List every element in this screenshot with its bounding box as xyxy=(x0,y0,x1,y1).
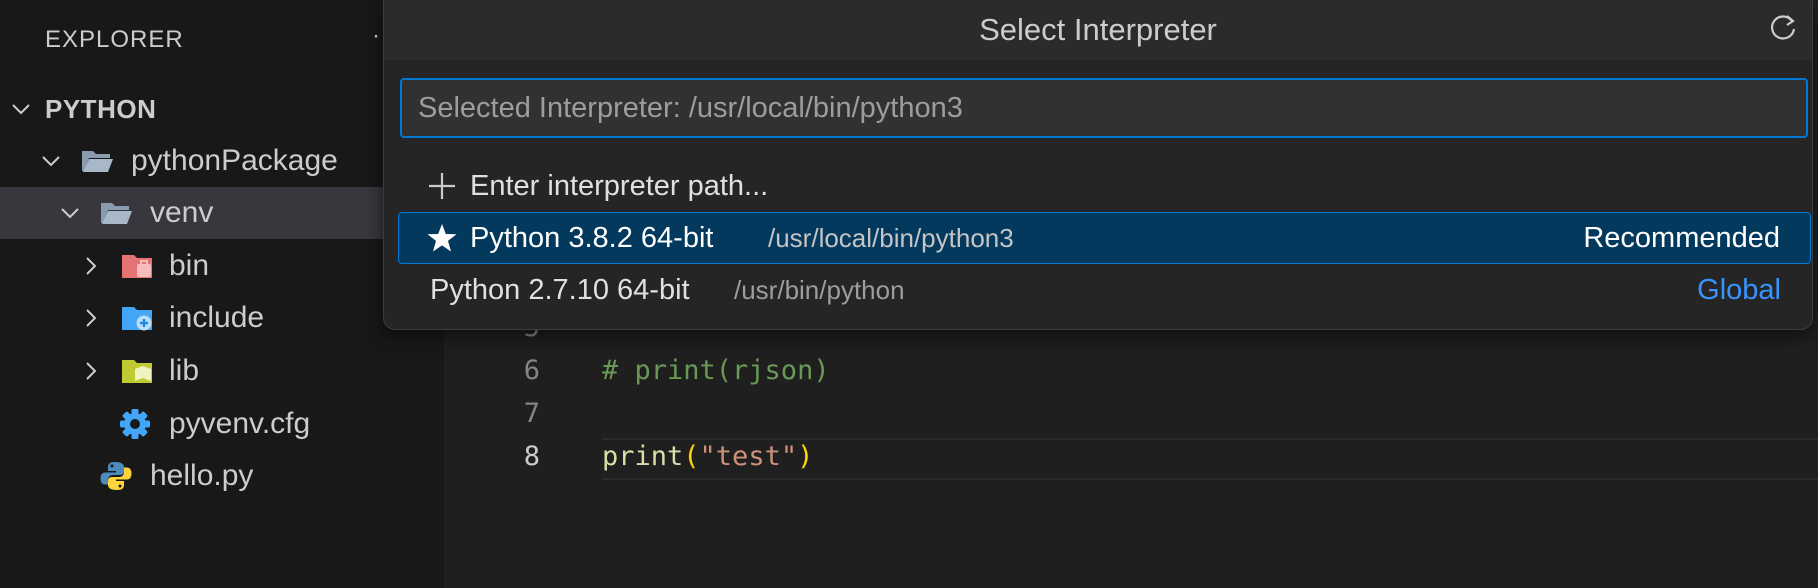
line-number-active: 8 xyxy=(523,441,540,472)
select-interpreter-quickpick: Select Interpreter Enter interpreter pat… xyxy=(383,0,1813,330)
code-token-paren: ) xyxy=(797,441,814,472)
tree-root-python[interactable]: PYTHON xyxy=(0,83,444,135)
star-icon xyxy=(426,222,458,254)
tree-item-label: pyvenv.cfg xyxy=(169,407,311,440)
quickpick-item-description: /usr/local/bin/python3 xyxy=(768,222,1014,253)
tree-item-label: venv xyxy=(150,196,214,229)
code-line-print[interactable]: print("test") xyxy=(602,441,813,472)
root-folder-label: PYTHON xyxy=(45,93,157,124)
tree-item-label: pythonPackage xyxy=(131,144,338,177)
tree-item-bin[interactable]: bin xyxy=(0,240,444,292)
gear-icon xyxy=(118,407,152,441)
global-tag: Global xyxy=(1697,273,1781,306)
code-token-paren: ( xyxy=(683,441,700,472)
chevron-down-icon xyxy=(59,202,81,224)
tree-item-pythonpackage[interactable]: pythonPackage xyxy=(0,135,444,187)
chevron-down-icon xyxy=(10,98,32,120)
quickpick-item-python-3-8-2[interactable]: Python 3.8.2 64-bit /usr/local/bin/pytho… xyxy=(398,212,1811,264)
chevron-right-icon xyxy=(80,307,102,329)
quickpick-item-enter-path[interactable]: Enter interpreter path... xyxy=(398,160,1811,212)
code-token-function: print xyxy=(602,441,684,472)
tree-item-label: bin xyxy=(169,249,210,282)
more-actions-icon[interactable]: · xyxy=(372,22,380,50)
tree-item-venv[interactable]: venv xyxy=(0,187,444,239)
tree-item-label: hello.py xyxy=(150,459,254,492)
chevron-right-icon xyxy=(80,360,102,382)
quickpick-item-label: Python 2.7.10 64-bit xyxy=(430,273,690,306)
quickpick-titlebar: Select Interpreter xyxy=(384,0,1812,60)
tree-item-pyvenv-cfg[interactable]: pyvenv.cfg xyxy=(0,398,444,450)
tree-item-lib[interactable]: lib xyxy=(0,345,444,397)
quickpick-item-python-2-7-10[interactable]: Python 2.7.10 64-bit /usr/bin/python Glo… xyxy=(398,264,1811,316)
interpreter-search-input[interactable] xyxy=(400,78,1808,138)
tree-item-label: include xyxy=(169,301,265,334)
tree-item-hello-py[interactable]: hello.py xyxy=(0,450,444,502)
explorer-title: EXPLORER xyxy=(45,26,184,53)
chevron-right-icon xyxy=(80,255,102,277)
chevron-down-icon xyxy=(40,150,62,172)
folder-bin-icon xyxy=(120,249,154,283)
explorer-sidebar: EXPLORER · PYTHON pythonPackage venv bin… xyxy=(0,0,444,588)
code-line-comment[interactable]: # print(rjson) xyxy=(602,355,830,386)
recommended-tag: Recommended xyxy=(1583,221,1780,254)
tree-item-label: lib xyxy=(169,354,200,387)
line-number: 7 xyxy=(523,398,540,429)
folder-include-icon xyxy=(120,301,154,335)
tree-item-include[interactable]: include xyxy=(0,292,444,344)
add-icon xyxy=(426,170,458,202)
line-number: 6 xyxy=(523,355,540,386)
refresh-icon[interactable] xyxy=(1766,12,1800,46)
folder-lib-icon xyxy=(120,354,154,388)
python-icon xyxy=(99,459,133,493)
folder-open-icon xyxy=(99,196,133,230)
quickpick-item-label: Python 3.8.2 64-bit xyxy=(470,221,714,254)
folder-open-icon xyxy=(80,144,114,178)
quickpick-item-label: Enter interpreter path... xyxy=(470,169,769,202)
quickpick-title: Select Interpreter xyxy=(979,12,1217,47)
code-token-string: "test" xyxy=(699,441,798,472)
quickpick-item-description: /usr/bin/python xyxy=(734,274,905,305)
